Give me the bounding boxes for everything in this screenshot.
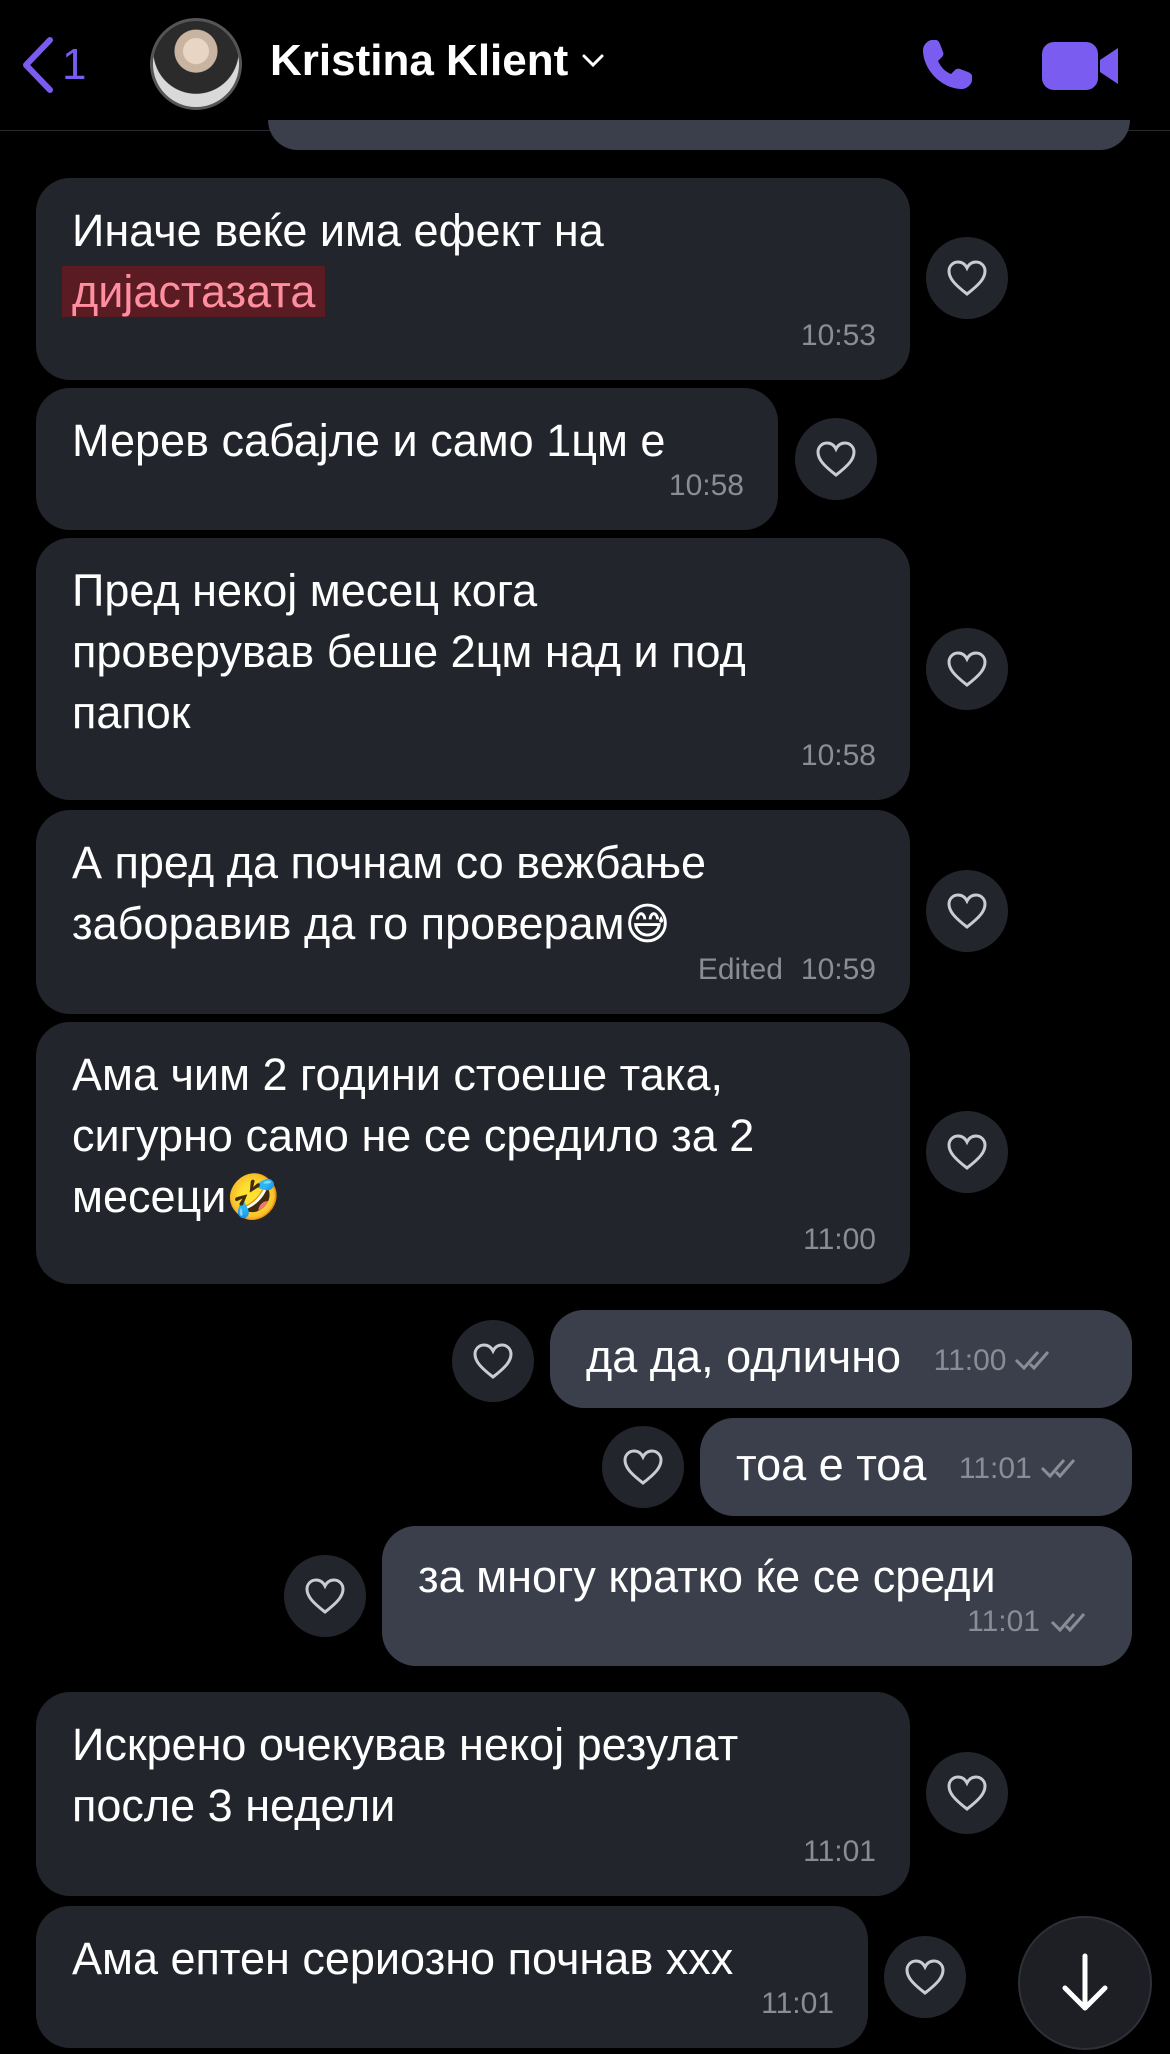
heart-icon (473, 1343, 513, 1379)
previous-message-fragment (268, 120, 1130, 150)
chevron-down-icon (582, 54, 604, 68)
sweat-smile-emoji: 😅 (624, 900, 671, 949)
contact-title[interactable]: Kristina Klient (270, 36, 604, 86)
message-time: 10:59 (800, 953, 876, 986)
like-button[interactable] (926, 870, 1008, 952)
video-icon[interactable] (1040, 40, 1122, 92)
message-text: тоа е тоа (736, 1439, 927, 1490)
message-time: 11:01 (958, 1451, 1032, 1485)
heart-icon (623, 1449, 663, 1485)
message-bubble[interactable]: Ама чим 2 години стоеше така, сигурно са… (36, 1022, 910, 1284)
message-text: Мерев сабајле и само 1цм е (72, 415, 666, 466)
message-time: 10:58 (800, 739, 876, 772)
message-time: 11:00 (803, 1223, 876, 1256)
like-button[interactable] (452, 1320, 534, 1402)
like-button[interactable] (926, 1752, 1008, 1834)
like-button[interactable] (926, 237, 1008, 319)
like-button[interactable] (926, 1111, 1008, 1193)
message-text: Иначе веќе има ефект на (72, 205, 604, 256)
message-bubble[interactable]: Ама ептен сериозно почнав ххх 11:01 (36, 1906, 868, 2048)
heart-icon (947, 1775, 987, 1811)
message-bubble[interactable]: Мерев сабајле и само 1цм е 10:58 (36, 388, 778, 530)
message-text: Пред некој месец кога проверував беше 2ц… (72, 565, 746, 738)
like-button[interactable] (602, 1426, 684, 1508)
message-bubble[interactable]: за многу кратко ќе се среди 11:01 (382, 1526, 1132, 1666)
message-time: 11:01 (761, 1987, 834, 2020)
read-ticks-icon (1050, 1612, 1086, 1632)
unread-count: 1 (62, 40, 87, 89)
message-bubble[interactable]: Иначе веќе има ефект на дијастазата 10:5… (36, 178, 910, 380)
like-button[interactable] (884, 1936, 966, 2018)
message-bubble[interactable]: А пред да почнам со вежбање заборавив да… (36, 810, 910, 1014)
message-bubble[interactable]: да да, одлично 11:00 (550, 1310, 1132, 1408)
heart-icon (816, 441, 856, 477)
message-time: 11:01 (803, 1835, 876, 1868)
rofl-emoji: 🤣 (226, 1173, 282, 1222)
edited-label: Edited (697, 953, 783, 986)
scroll-to-bottom-button[interactable] (1018, 1916, 1152, 2050)
avatar[interactable] (150, 18, 242, 110)
back-button[interactable]: 1 (20, 30, 86, 100)
chat-header: 1 Kristina Klient (0, 0, 1170, 131)
heart-icon (905, 1959, 945, 1995)
back-chevron-icon (23, 37, 53, 93)
read-ticks-icon (1015, 1351, 1050, 1371)
heart-icon (305, 1578, 345, 1614)
message-time: 10:58 (668, 469, 744, 502)
like-button[interactable] (795, 418, 877, 500)
like-button[interactable] (926, 628, 1008, 710)
message-bubble[interactable]: тоа е тоа 11:01 (700, 1418, 1132, 1516)
message-text: да да, одлично (586, 1331, 902, 1382)
contact-name: Kristina Klient (270, 36, 569, 85)
heart-icon (947, 260, 987, 296)
message-bubble[interactable]: Искрено очекував некој резулат после 3 н… (36, 1692, 910, 1896)
message-bubble[interactable]: Пред некој месец кога проверував беше 2ц… (36, 538, 910, 800)
heart-icon (947, 1134, 987, 1170)
message-text: Ама ептен сериозно почнав ххх (72, 1933, 734, 1984)
heart-icon (947, 893, 987, 929)
read-ticks-icon (1040, 1459, 1075, 1479)
message-text: Искрено очекував некој резулат после 3 н… (72, 1719, 739, 1831)
message-time: 11:00 (933, 1343, 1007, 1377)
like-button[interactable] (284, 1555, 366, 1637)
message-text: Ама чим 2 години стоеше така, сигурно са… (72, 1049, 755, 1222)
highlighted-word: дијастазата (62, 266, 326, 317)
message-time: 10:53 (800, 319, 876, 352)
message-time: 11:01 (967, 1605, 1040, 1638)
message-text: А пред да почнам со вежбање заборавив да… (72, 837, 707, 949)
arrow-down-icon (1062, 1953, 1108, 2011)
phone-icon[interactable] (918, 36, 976, 94)
heart-icon (947, 651, 987, 687)
